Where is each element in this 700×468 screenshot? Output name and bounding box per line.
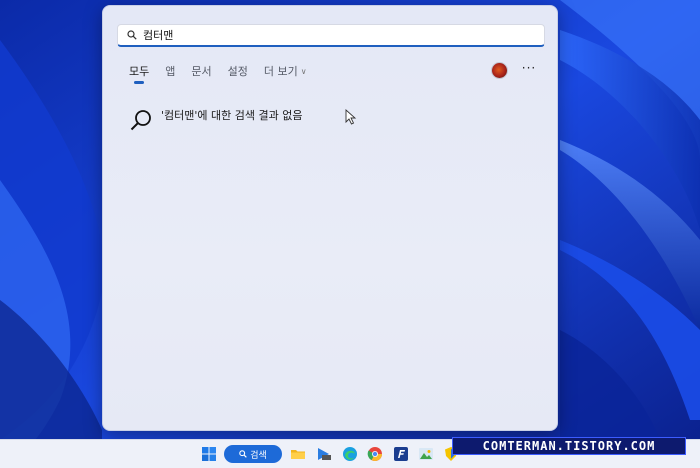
chevron-down-icon: ∨ bbox=[300, 67, 307, 76]
taskbar-search-label: 검색 bbox=[250, 450, 267, 461]
search-icon bbox=[127, 30, 137, 40]
search-flyout: 모두 앱 문서 설정 더 보기∨ ··· '컴터맨'에 대한 검색 결과 없음 bbox=[102, 5, 558, 431]
edge-icon[interactable] bbox=[342, 446, 358, 462]
more-options-button[interactable]: ··· bbox=[521, 62, 537, 77]
search-box[interactable] bbox=[117, 24, 545, 47]
no-result-message: '컴터맨'에 대한 검색 결과 없음 bbox=[129, 108, 302, 132]
tab-apps[interactable]: 앱 bbox=[165, 64, 175, 84]
file-explorer-icon[interactable] bbox=[290, 446, 306, 462]
tab-apps-label: 앱 bbox=[165, 65, 176, 78]
tab-documents[interactable]: 문서 bbox=[191, 64, 211, 84]
tab-documents-label: 문서 bbox=[191, 65, 212, 78]
chrome-icon[interactable] bbox=[367, 446, 383, 462]
search-tabs: 모두 앱 문서 설정 더 보기 ∨ bbox=[129, 64, 323, 86]
search-icon bbox=[239, 450, 248, 458]
user-avatar[interactable] bbox=[492, 63, 507, 78]
tab-more-label: 더 보기 bbox=[263, 65, 298, 78]
tab-more[interactable]: 더 보기 ∨ bbox=[264, 64, 307, 84]
search-input[interactable] bbox=[143, 26, 523, 44]
search-icon bbox=[130, 110, 151, 131]
f-app-icon[interactable] bbox=[393, 446, 409, 462]
taskbar-search-button[interactable]: 검색 bbox=[224, 445, 282, 463]
tab-settings-label: 설정 bbox=[227, 65, 248, 78]
photo-app-icon[interactable] bbox=[418, 446, 434, 462]
windows-start-icon[interactable] bbox=[201, 446, 217, 462]
no-result-text: '컴터맨'에 대한 검색 결과 없음 bbox=[161, 109, 303, 122]
tab-all-label: 모두 bbox=[129, 65, 150, 78]
watermark: COMTERMAN.TISTORY.COM bbox=[452, 437, 686, 455]
tab-settings[interactable]: 설정 bbox=[228, 64, 248, 84]
tab-all[interactable]: 모두 bbox=[129, 64, 149, 84]
media-icon[interactable] bbox=[316, 446, 332, 462]
mouse-cursor-icon bbox=[345, 109, 357, 125]
